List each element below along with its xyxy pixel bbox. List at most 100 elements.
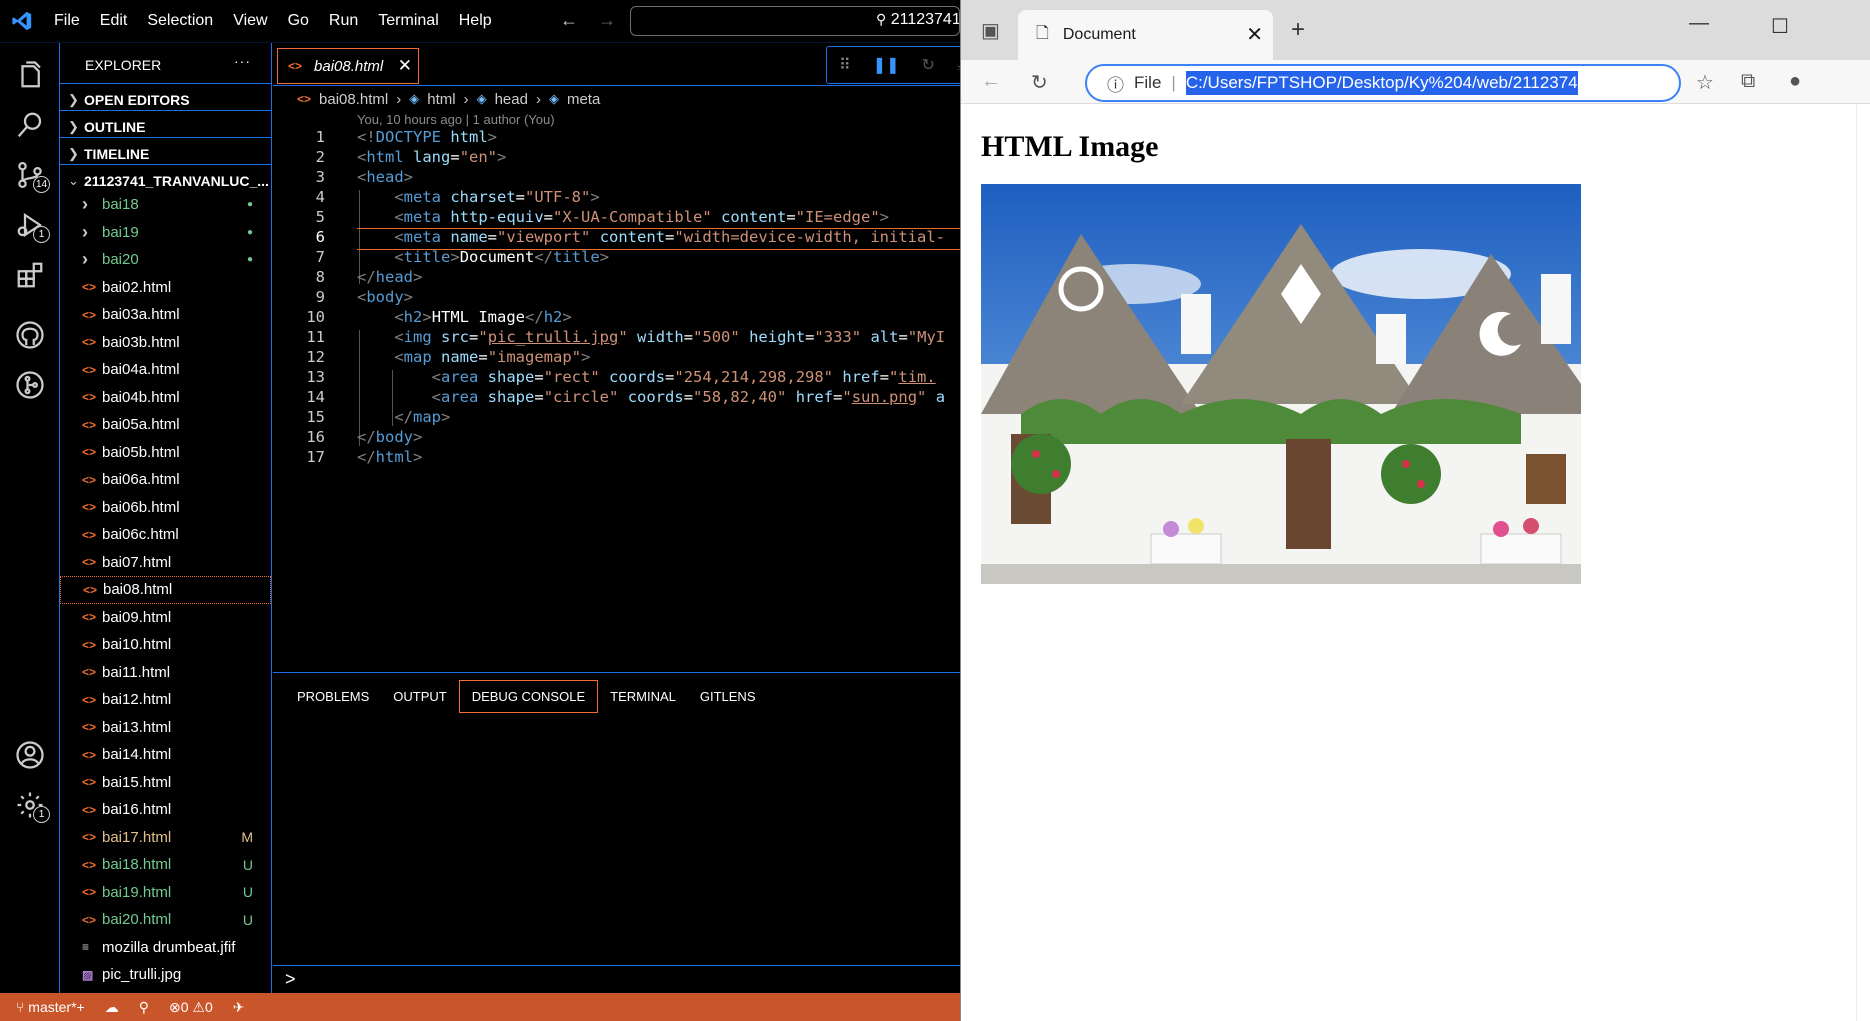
tree-item[interactable]: <> bai04b.html	[60, 384, 271, 412]
tree-item-label: bai12.html	[102, 691, 172, 709]
element-icon: ◈	[476, 91, 487, 106]
tree-item[interactable]: <> bai19.html U	[60, 879, 271, 907]
chevron-right-icon: ❯	[68, 145, 79, 161]
tree-item[interactable]: ≡ mozilla drumbeat.jfif	[60, 934, 271, 962]
refresh-icon[interactable]: ↻	[1031, 70, 1048, 95]
extensions-icon[interactable]	[10, 255, 50, 295]
section-open-editors[interactable]: ❯ OPEN EDITORS	[60, 83, 271, 110]
git-blame-annotation[interactable]: You, 10 hours ago | 1 author (You)	[273, 112, 960, 128]
tree-item[interactable]: <> bai13.html	[60, 714, 271, 742]
minimize-icon[interactable]: —	[1689, 12, 1709, 35]
search-icon[interactable]	[10, 105, 50, 145]
tree-item[interactable]: <> bai02.html	[60, 274, 271, 302]
section-outline[interactable]: ❯ OUTLINE	[60, 110, 271, 137]
tree-item[interactable]: <> bai11.html	[60, 659, 271, 687]
tree-item[interactable]: › bai18 ●	[60, 191, 271, 219]
tree-item[interactable]: <> bai09.html	[60, 604, 271, 632]
tree-item[interactable]: <> bai08.html	[60, 576, 271, 604]
git-graph-icon[interactable]: ⚲	[139, 999, 149, 1016]
github-icon[interactable]	[10, 315, 50, 355]
vertical-scrollbar[interactable]	[1856, 104, 1870, 1021]
tree-item[interactable]: <> bai18.html U	[60, 851, 271, 879]
pause-icon[interactable]: ❚❚	[873, 55, 900, 75]
tree-item[interactable]: <> bai03a.html	[60, 301, 271, 329]
section-workspace-folder[interactable]: ⌄ 21123741_TRANVANLUC_...	[60, 164, 271, 191]
debug-console-input[interactable]: >	[273, 965, 960, 993]
tab-debug-console[interactable]: DEBUG CONSOLE	[458, 679, 599, 713]
tree-item[interactable]: <> bai05a.html	[60, 411, 271, 439]
menu-run[interactable]: Run	[329, 12, 358, 29]
tab-terminal[interactable]: TERMINAL	[598, 681, 688, 712]
profile-avatar-icon[interactable]: ●	[1789, 70, 1801, 93]
tab-output[interactable]: OUTPUT	[381, 681, 458, 712]
launch-icon[interactable]: ✈	[233, 999, 245, 1016]
tree-item-label: bai02.html	[102, 278, 172, 296]
breadcrumb-meta[interactable]: meta	[567, 91, 600, 108]
account-icon[interactable]	[10, 735, 50, 775]
menu-edit[interactable]: Edit	[100, 12, 128, 29]
forward-arrow-icon[interactable]: →	[598, 10, 616, 30]
tab-problems[interactable]: PROBLEMS	[285, 681, 381, 712]
tree-item[interactable]: ▨ pic_trulli.jpg	[60, 961, 271, 989]
image-file-icon: ▨	[82, 967, 94, 982]
tree-item[interactable]: › bai19 ●	[60, 219, 271, 247]
back-arrow-icon[interactable]: ←	[981, 70, 1001, 93]
tree-item[interactable]: <> bai05b.html	[60, 439, 271, 467]
tree-item[interactable]: <> bai15.html	[60, 769, 271, 797]
tab-actions-icon[interactable]: ▣	[981, 18, 1000, 43]
breadcrumb-html[interactable]: html	[427, 91, 455, 108]
settings-gear-icon[interactable]: 1	[10, 785, 50, 825]
collections-icon[interactable]: ⧉	[1741, 70, 1755, 93]
run-debug-icon[interactable]: 1	[10, 205, 50, 245]
error-icon: ⊗	[168, 998, 181, 1015]
sync-icon[interactable]: ☁	[105, 999, 119, 1016]
tree-item[interactable]: <> bai03b.html	[60, 329, 271, 357]
explorer-icon[interactable]	[10, 55, 50, 95]
tree-item[interactable]: <> bai04a.html	[60, 356, 271, 384]
maximize-icon[interactable]: ☐	[1771, 14, 1789, 39]
tab-bai08[interactable]: <> bai08.html ✕	[277, 48, 419, 84]
tree-item[interactable]: <> bai06a.html	[60, 466, 271, 494]
tree-item[interactable]: <> bai20.html U	[60, 906, 271, 934]
gitlens-icon[interactable]	[10, 365, 50, 405]
branch-status[interactable]: ⑂ master*+	[16, 999, 85, 1015]
restart-icon[interactable]: ↻	[922, 55, 935, 75]
tree-item[interactable]: › bai20 ●	[60, 246, 271, 274]
favorites-icon[interactable]: ☆	[1696, 70, 1714, 95]
html-file-icon: <>	[82, 885, 97, 900]
menu-view[interactable]: View	[233, 12, 267, 29]
html-file-icon: <>	[82, 747, 97, 762]
tree-item[interactable]: <> bai14.html	[60, 741, 271, 769]
back-arrow-icon[interactable]: ←	[560, 10, 578, 30]
tree-item[interactable]: <> bai16.html	[60, 796, 271, 824]
tab-gitlens[interactable]: GITLENS	[688, 681, 768, 712]
tree-item[interactable]: <> bai06b.html	[60, 494, 271, 522]
new-tab-icon[interactable]: +	[1291, 16, 1305, 44]
problems-status[interactable]: ⊗0 ⚠0	[169, 999, 213, 1016]
section-timeline[interactable]: ❯ TIMELINE	[60, 137, 271, 164]
tree-item[interactable]: <> bai07.html	[60, 549, 271, 577]
browser-tab[interactable]: 🗋 Document ✕	[1018, 10, 1273, 60]
breadcrumb-head[interactable]: head	[495, 91, 528, 108]
menu-selection[interactable]: Selection	[147, 12, 213, 29]
tree-item[interactable]: <> bai06c.html	[60, 521, 271, 549]
address-bar[interactable]: ⓘ File | C:/Users/FPTSHOP/Desktop/Ky%204…	[1085, 64, 1681, 102]
command-center[interactable]: ⚲ 21123741	[630, 6, 960, 36]
tree-item[interactable]: <> bai12.html	[60, 686, 271, 714]
more-actions-icon[interactable]: ···	[234, 53, 251, 69]
menu-terminal[interactable]: Terminal	[378, 12, 438, 29]
tree-item[interactable]: <> bai10.html	[60, 631, 271, 659]
tree-item[interactable]: <> bai17.html M	[60, 824, 271, 852]
menu-file[interactable]: File	[54, 12, 80, 29]
close-icon[interactable]: ✕	[398, 56, 412, 76]
breadcrumb-file[interactable]: bai08.html	[319, 91, 388, 108]
tree-item-label: bai09.html	[102, 608, 172, 626]
source-control-icon[interactable]: 14	[10, 155, 50, 195]
line-number: 13	[306, 368, 325, 386]
drag-handle-icon[interactable]: ⠿	[839, 55, 851, 75]
menu-go[interactable]: Go	[288, 12, 309, 29]
close-tab-icon[interactable]: ✕	[1246, 22, 1263, 47]
browser-tab-bar: ▣ 🗋 Document ✕ + — ☐	[961, 0, 1870, 60]
menu-help[interactable]: Help	[459, 12, 492, 29]
trulli-image[interactable]	[981, 184, 1581, 584]
